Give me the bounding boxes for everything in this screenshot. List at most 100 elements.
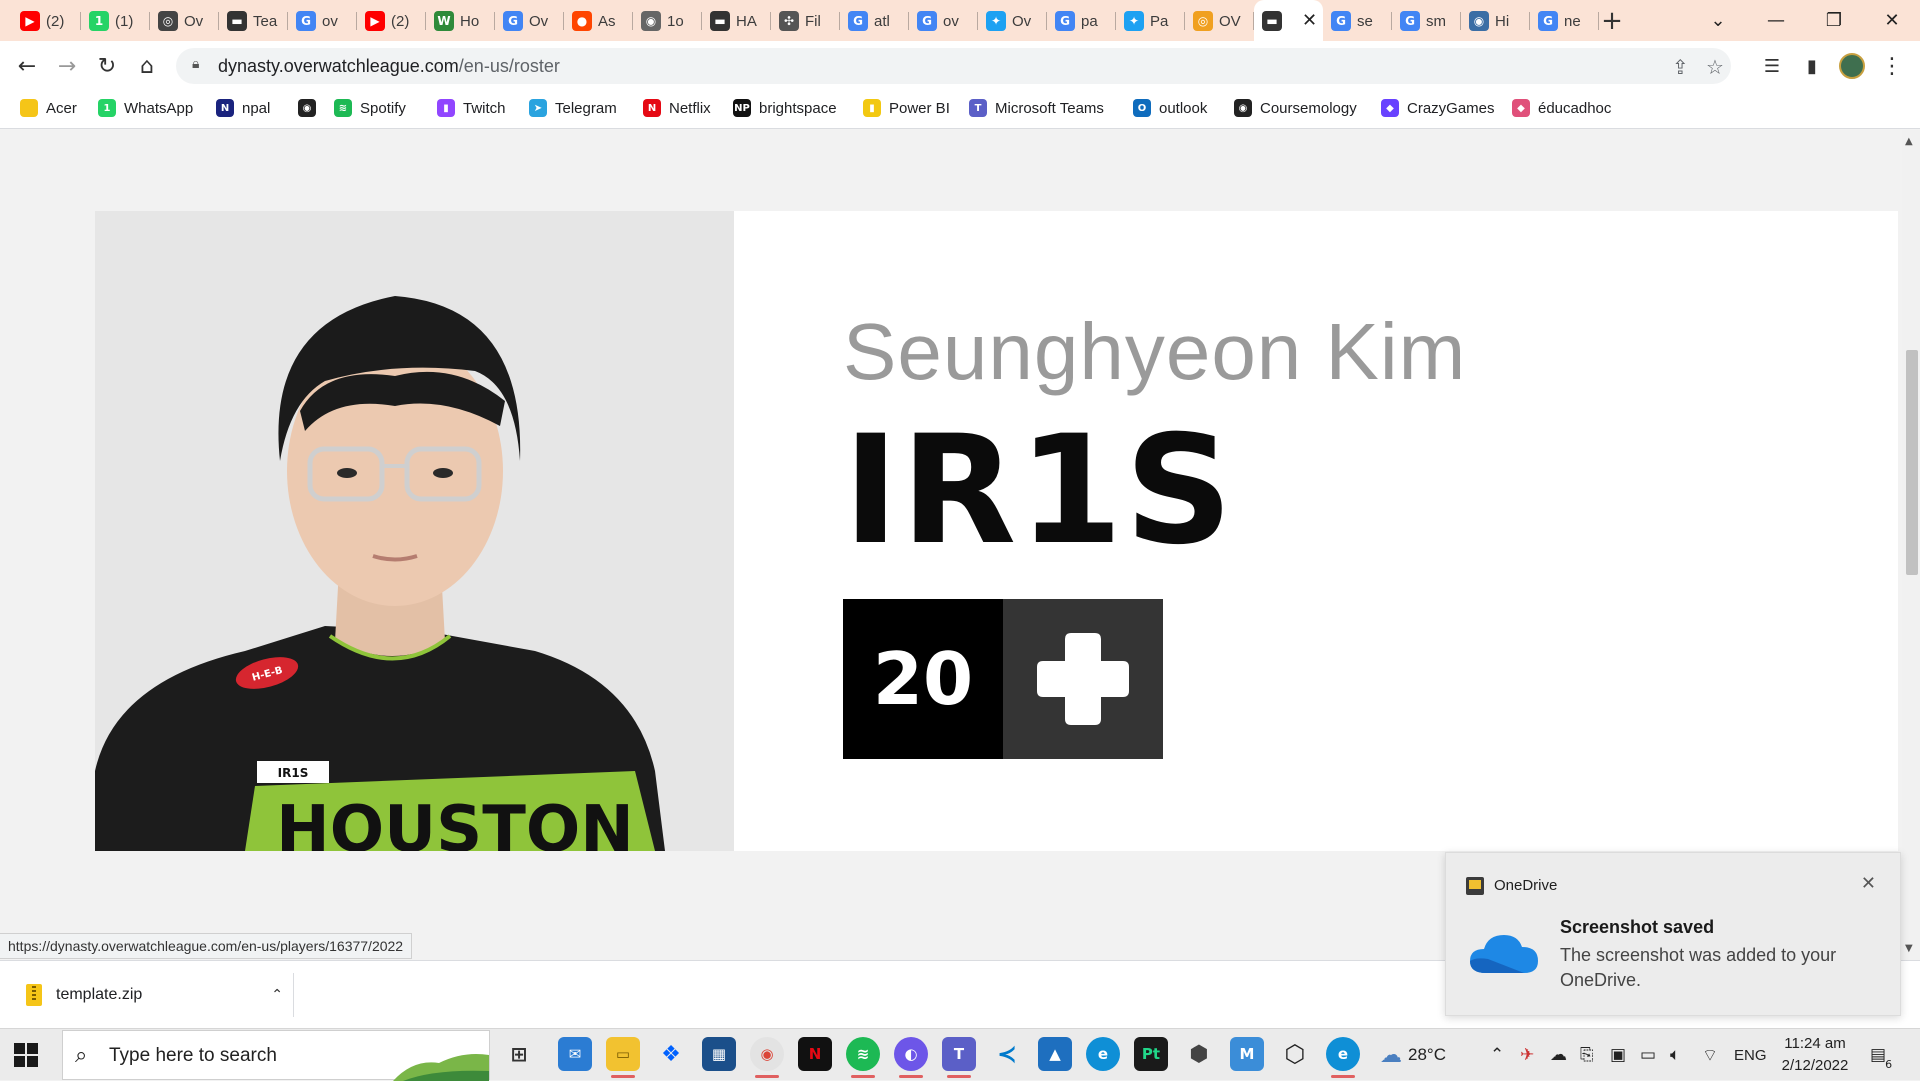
scrollbar-thumb[interactable] xyxy=(1906,350,1918,575)
unity-icon[interactable]: ⬢ xyxy=(1182,1037,1216,1071)
bookmark-item[interactable]: Acer xyxy=(20,99,77,117)
dropbox-icon[interactable]: ❖ xyxy=(654,1037,688,1071)
language-indicator[interactable]: ENG xyxy=(1734,1029,1767,1081)
share-icon[interactable]: ⇪ xyxy=(1672,55,1689,79)
close-tab-icon[interactable]: ✕ xyxy=(1302,10,1317,31)
restore-button[interactable]: ❐ xyxy=(1806,0,1862,41)
vscode-icon[interactable]: ≺ xyxy=(990,1037,1024,1071)
browser-tab[interactable]: Gov xyxy=(909,6,978,36)
speaker-icon[interactable]: 🔈︎ xyxy=(1670,1029,1680,1081)
weather-widget[interactable]: ☁ 28°C xyxy=(1380,1029,1446,1081)
minimize-button[interactable]: — xyxy=(1748,0,1804,41)
browser-tab[interactable]: ◎ OV xyxy=(1185,6,1254,36)
back-arrow-icon[interactable]: ← xyxy=(11,50,43,82)
side-panel-icon[interactable]: ▮ xyxy=(1796,50,1828,82)
bookmark-item[interactable]: ◆ CrazyGames xyxy=(1381,99,1495,117)
bookmark-item[interactable]: ≋ Spotify xyxy=(334,99,406,117)
onedrive-notification[interactable]: OneDrive ✕ Screenshot saved The screensh… xyxy=(1445,852,1901,1016)
browser-tab[interactable]: ▬ ✕ xyxy=(1254,0,1323,41)
bookmark-item[interactable]: N Netflix xyxy=(643,99,711,117)
scroll-up-arrow-icon[interactable]: ▲ xyxy=(1905,136,1913,147)
browser-tab[interactable]: ✦ Ov xyxy=(978,6,1047,36)
browser-tab[interactable]: ✣ Fil xyxy=(771,6,840,36)
browser-tab[interactable]: Gpa xyxy=(1047,6,1116,36)
reload-icon[interactable]: ↻ xyxy=(91,50,123,82)
taskbar-search-text[interactable]: Type here to search xyxy=(109,1045,277,1067)
browser-tab[interactable]: ◉ 1o xyxy=(633,6,702,36)
lock-icon[interactable]: 🔒︎ xyxy=(192,56,208,74)
taskbar-clock[interactable]: 11:24 am 2/12/2022 xyxy=(1770,1033,1860,1077)
bookmark-star-icon[interactable]: ☆ xyxy=(1706,55,1724,79)
mail-app-icon[interactable]: ✉ xyxy=(558,1037,592,1071)
browser-tab[interactable]: Gne xyxy=(1530,6,1599,36)
spotify-app-icon[interactable]: ≋ xyxy=(846,1037,880,1078)
avatar[interactable] xyxy=(1836,50,1868,82)
address-bar[interactable]: 🔒︎ dynasty.overwatchleague.com/en-us/ros… xyxy=(176,48,1731,84)
bookmark-item[interactable]: T Microsoft Teams xyxy=(969,99,1104,117)
browser-tab[interactable]: ▶ (2) xyxy=(357,6,426,36)
unity-hub-icon[interactable]: ⬡ xyxy=(1278,1037,1312,1071)
forward-arrow-icon[interactable]: → xyxy=(51,50,83,82)
download-item[interactable]: template.zip ⌃ xyxy=(16,973,294,1017)
chevron-up-icon[interactable]: ⌃ xyxy=(271,987,283,1003)
browser-tab[interactable]: G Ov xyxy=(495,6,564,36)
bookmark-item[interactable]: 1 WhatsApp xyxy=(98,99,193,117)
photos-icon[interactable]: ▲ xyxy=(1038,1037,1072,1071)
url-text[interactable]: dynasty.overwatchleague.com/en-us/roster xyxy=(218,56,560,77)
kebab-menu-icon[interactable]: ⋮ xyxy=(1876,50,1908,82)
home-icon[interactable]: ⌂ xyxy=(131,50,163,82)
battery-icon[interactable]: ▭ xyxy=(1640,1029,1656,1081)
network-warning-icon[interactable]: ✈ xyxy=(1520,1029,1534,1081)
browser-tab[interactable]: W Ho xyxy=(426,6,495,36)
toast-title: Screenshot saved xyxy=(1560,917,1715,937)
edge-dev-icon[interactable]: e xyxy=(1326,1037,1360,1078)
download-filename[interactable]: template.zip xyxy=(56,986,271,1004)
browser-tab[interactable]: ● As xyxy=(564,6,633,36)
wifi-icon[interactable]: ⌔ xyxy=(1702,1029,1718,1081)
browser-tab[interactable]: ◉ Hi xyxy=(1461,6,1530,36)
browser-tab[interactable]: ✦ Pa xyxy=(1116,6,1185,36)
browser-tab[interactable]: ◎ Ov xyxy=(150,6,219,36)
bookmark-item[interactable]: NP brightspace xyxy=(733,99,837,117)
close-window-button[interactable]: ✕ xyxy=(1864,0,1920,41)
browser-tab[interactable]: Gatl xyxy=(840,6,909,36)
netflix-app-icon[interactable]: N xyxy=(798,1037,832,1071)
browser-tab[interactable]: ▬ HA xyxy=(702,6,771,36)
browser-tab[interactable]: 1 (1) xyxy=(81,6,150,36)
scroll-down-arrow-icon[interactable]: ▼ xyxy=(1905,943,1913,954)
bookmark-item[interactable]: ▮ Power BI xyxy=(863,99,950,117)
browser-tab[interactable]: ▬ Tea xyxy=(219,6,288,36)
new-tab-button[interactable]: + xyxy=(1597,6,1627,36)
browser-tab[interactable]: Gse xyxy=(1323,6,1392,36)
onedrive-tray-icon[interactable]: ☁ xyxy=(1550,1029,1567,1081)
reading-list-icon[interactable]: ☰ xyxy=(1756,50,1788,82)
tab-search-chevron-icon[interactable]: ⌄ xyxy=(1690,0,1746,41)
page-scrollbar[interactable]: ▲ ▼ xyxy=(1902,130,1920,960)
teams-app-icon[interactable]: T xyxy=(942,1037,976,1078)
task-view-icon[interactable]: ⊞ xyxy=(502,1037,536,1071)
close-icon[interactable]: ✕ xyxy=(1861,873,1876,894)
notification-center-icon[interactable]: ▤ 6 xyxy=(1870,1029,1892,1081)
calculator-icon[interactable]: ▦ xyxy=(702,1037,736,1071)
chevron-up-tray-icon[interactable]: ⌃ xyxy=(1490,1029,1504,1081)
edge-icon[interactable]: e xyxy=(1086,1037,1120,1071)
bookmark-item[interactable]: ▮ Twitch xyxy=(437,99,506,117)
bookmark-item[interactable]: ◉ xyxy=(298,99,324,117)
chrome-icon[interactable]: ◉ xyxy=(750,1037,784,1078)
browser-tab[interactable]: Gsm xyxy=(1392,6,1461,36)
usb-icon[interactable]: ⎘ xyxy=(1580,1029,1594,1081)
bookmark-item[interactable]: ◆ éducadhoc xyxy=(1512,99,1611,117)
bookmark-item[interactable]: ➤ Telegram xyxy=(529,99,617,117)
browser-tab[interactable]: ▶ (2) xyxy=(12,6,81,36)
windows-start-button[interactable] xyxy=(14,1043,38,1067)
bookmark-item[interactable]: ◉ Coursemology xyxy=(1234,99,1357,117)
bookmark-item[interactable]: Nnpal xyxy=(216,99,270,117)
security-icon[interactable]: ▣ xyxy=(1610,1029,1626,1081)
matlab-icon[interactable]: M xyxy=(1230,1037,1264,1071)
taskbar-search-box[interactable]: ⌕ Type here to search xyxy=(62,1030,490,1081)
messenger-icon[interactable]: ◐ xyxy=(894,1037,928,1078)
bookmark-item[interactable]: Ooutlook xyxy=(1133,99,1207,117)
pycharm-icon[interactable]: Pt xyxy=(1134,1037,1168,1071)
browser-tab[interactable]: Gov xyxy=(288,6,357,36)
file-explorer-icon[interactable]: ▭ xyxy=(606,1037,640,1078)
